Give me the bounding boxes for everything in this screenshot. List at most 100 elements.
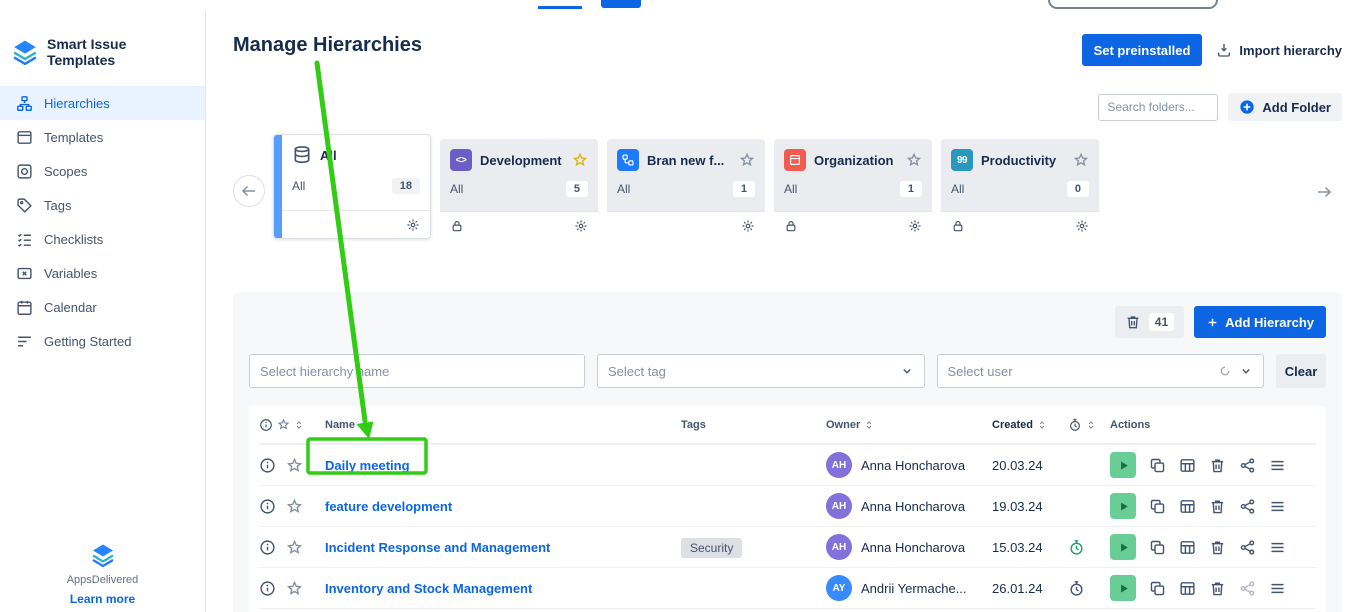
sidebar-item-tags[interactable]: Tags	[0, 188, 205, 222]
run-hierarchy-button[interactable]	[1110, 575, 1136, 601]
copy-button[interactable]	[1149, 457, 1166, 474]
hierarchy-name-filter-input[interactable]	[249, 354, 585, 388]
add-hierarchy-button[interactable]: Add Hierarchy	[1194, 306, 1326, 338]
import-hierarchy-button[interactable]: Import hierarchy	[1216, 42, 1342, 58]
more-menu-button[interactable]	[1269, 539, 1286, 556]
folder-card-all[interactable]: All All 18	[273, 134, 431, 239]
carousel-right-button[interactable]	[1312, 180, 1336, 204]
branch-folder-icon	[617, 149, 639, 171]
row-star-button[interactable]	[286, 539, 303, 556]
folder-name: Productivity	[981, 153, 1065, 168]
table-view-button[interactable]	[1179, 457, 1196, 474]
copy-button[interactable]	[1149, 498, 1166, 515]
copy-button[interactable]	[1149, 580, 1166, 597]
sort-icon[interactable]	[1037, 420, 1047, 430]
folder-card-productivity[interactable]: 99 Productivity All 0	[941, 139, 1099, 239]
folder-card-organization[interactable]: Organization All 1	[774, 139, 932, 239]
search-folders-input[interactable]	[1098, 94, 1218, 121]
more-menu-button[interactable]	[1269, 580, 1286, 597]
learn-more-link[interactable]: Learn more	[70, 592, 135, 606]
carousel-left-button[interactable]	[233, 175, 265, 207]
gear-icon	[406, 218, 420, 232]
folder-card-development[interactable]: <> Development All 5	[440, 139, 598, 239]
folder-scope: All	[450, 182, 463, 196]
star-icon	[286, 498, 303, 515]
hierarchy-name-link[interactable]: Inventory and Stock Management	[325, 581, 532, 596]
folder-settings-button[interactable]	[406, 218, 420, 232]
sidebar-item-calendar[interactable]: Calendar	[0, 290, 205, 324]
star-icon[interactable]	[572, 152, 588, 168]
calendar-icon	[16, 299, 33, 316]
avatar: AY	[826, 575, 852, 601]
sidebar-item-hierarchies[interactable]: Hierarchies	[0, 86, 205, 120]
grid-icon	[1179, 539, 1196, 556]
run-hierarchy-button[interactable]	[1110, 452, 1136, 478]
hierarchy-name-link[interactable]: feature development	[325, 499, 452, 514]
trash-icon	[1209, 498, 1226, 515]
more-menu-button[interactable]	[1269, 457, 1286, 474]
folder-settings-button[interactable]	[741, 219, 755, 233]
delete-button[interactable]	[1209, 457, 1226, 474]
run-hierarchy-button[interactable]	[1110, 534, 1136, 560]
sort-icon[interactable]	[864, 420, 874, 430]
share-button[interactable]	[1239, 580, 1256, 597]
sidebar-item-getting-started[interactable]: Getting Started	[0, 324, 205, 358]
column-header-owner[interactable]: Owner	[826, 419, 860, 431]
sidebar-item-variables[interactable]: Variables	[0, 256, 205, 290]
table-row: Daily meeting AH Anna Honcharova 20.03.2…	[259, 444, 1316, 485]
share-button[interactable]	[1239, 539, 1256, 556]
tag-filter-select[interactable]: Select tag	[597, 354, 925, 388]
star-icon[interactable]	[739, 152, 755, 168]
sort-icon[interactable]	[1086, 420, 1096, 430]
folder-settings-button[interactable]	[908, 219, 922, 233]
column-header-created[interactable]: Created	[992, 419, 1033, 431]
row-info-button[interactable]	[259, 580, 276, 597]
copy-button[interactable]	[1149, 539, 1166, 556]
folder-settings-button[interactable]	[574, 219, 588, 233]
folder-card-bran-new[interactable]: Bran new f... All 1	[607, 139, 765, 239]
sort-icon[interactable]	[359, 420, 369, 430]
clear-filters-button[interactable]: Clear	[1276, 354, 1326, 388]
table-view-button[interactable]	[1179, 539, 1196, 556]
set-preinstalled-button[interactable]: Set preinstalled	[1082, 34, 1203, 66]
user-filter-select[interactable]: Select user	[937, 354, 1265, 388]
column-header-name[interactable]: Name	[325, 419, 355, 431]
row-info-button[interactable]	[259, 457, 276, 474]
created-date: 15.03.24	[992, 540, 1068, 555]
star-icon[interactable]	[906, 152, 922, 168]
header-actions: Set preinstalled Import hierarchy	[1082, 34, 1342, 66]
hierarchy-name-link[interactable]: Daily meeting	[325, 458, 410, 473]
sidebar-item-templates[interactable]: Templates	[0, 120, 205, 154]
row-star-button[interactable]	[286, 580, 303, 597]
top-search-field-partial[interactable]	[1048, 0, 1218, 9]
table-view-button[interactable]	[1179, 580, 1196, 597]
delete-button[interactable]	[1209, 580, 1226, 597]
owner-name: Anna Honcharova	[861, 458, 965, 473]
delete-button[interactable]	[1209, 539, 1226, 556]
delete-button[interactable]	[1209, 498, 1226, 515]
row-star-button[interactable]	[286, 457, 303, 474]
app-title: Smart Issue Templates	[47, 36, 193, 68]
add-folder-button[interactable]: Add Folder	[1228, 93, 1342, 121]
sidebar-item-checklists[interactable]: Checklists	[0, 222, 205, 256]
sort-icon[interactable]	[294, 420, 304, 430]
row-info-button[interactable]	[259, 539, 276, 556]
vendor-name: AppsDelivered	[0, 574, 205, 586]
folder-settings-button[interactable]	[1075, 219, 1089, 233]
more-menu-button[interactable]	[1269, 498, 1286, 515]
bulk-delete-button[interactable]: 41	[1115, 306, 1184, 338]
row-info-button[interactable]	[259, 498, 276, 515]
sidebar-item-label: Templates	[44, 130, 103, 145]
row-star-button[interactable]	[286, 498, 303, 515]
share-button[interactable]	[1239, 498, 1256, 515]
star-icon[interactable]	[277, 418, 290, 431]
timer-icon	[1068, 580, 1085, 597]
star-icon[interactable]	[1073, 152, 1089, 168]
hierarchy-name-link[interactable]: Incident Response and Management	[325, 540, 550, 555]
share-button[interactable]	[1239, 457, 1256, 474]
top-nav-button-partial[interactable]	[601, 0, 641, 8]
sidebar-item-scopes[interactable]: Scopes	[0, 154, 205, 188]
table-view-button[interactable]	[1179, 498, 1196, 515]
run-hierarchy-button[interactable]	[1110, 493, 1136, 519]
folder-name: Development	[480, 153, 564, 168]
